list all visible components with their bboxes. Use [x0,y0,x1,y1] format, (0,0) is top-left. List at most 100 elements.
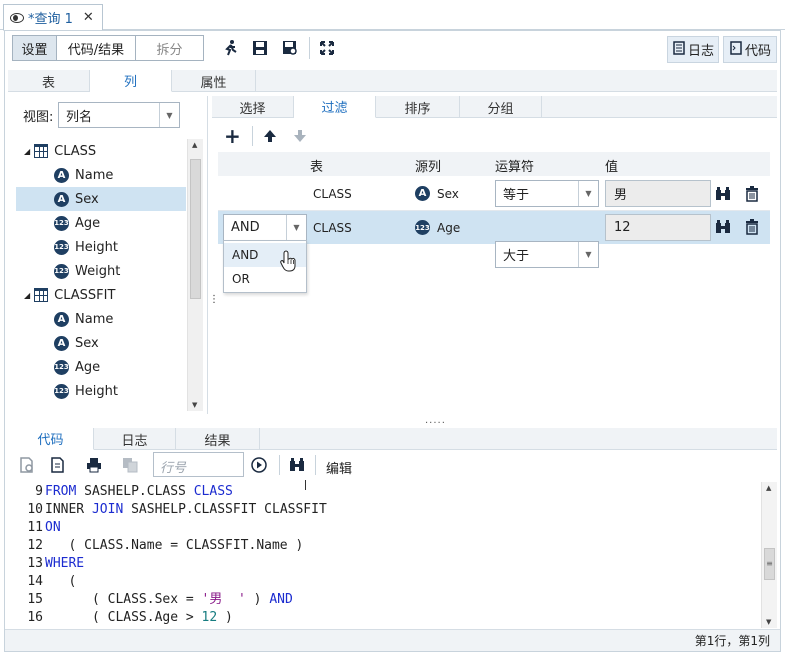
tree-column[interactable]: A Name [16,163,186,187]
edit-button[interactable]: 编辑 [326,458,352,477]
tree-scrollbar[interactable]: ▲ ▼ [187,139,203,411]
view-select-value: 列名 [66,109,93,125]
settings-button[interactable]: 设置 [12,35,57,61]
code-results-button[interactable]: 代码/结果 [57,35,136,61]
header-operator: 运算符 [495,160,535,175]
character-column-icon: A [54,167,69,183]
filter-value-field[interactable]: 男 [605,180,711,207]
logic-select[interactable]: AND ▼ [223,214,307,241]
tree-table-classfit[interactable]: ◢ CLASSFIT [16,283,186,307]
tab-group[interactable]: 分组 [460,96,542,118]
numeric-column-icon: 123 [54,263,69,279]
code-scrollbar[interactable]: ▲ ≡ ▼ [761,482,777,628]
code-line[interactable]: 12 ( CLASS.Name = CLASSFIT.Name ) [13,537,761,555]
filter-row[interactable]: CLASS A Sex 等于 ▼ 男 [218,176,770,211]
value-picker-icon[interactable] [715,219,731,239]
find-icon[interactable] [289,457,305,477]
value-picker-icon[interactable] [715,186,731,206]
tree-column-label: Sex [75,335,99,351]
chevron-down-icon: ▼ [159,103,179,127]
delete-filter-icon[interactable] [744,219,760,239]
code-button[interactable]: 代码 [723,36,777,63]
tree-column-label: Age [75,359,101,375]
code-keyword: CLASS [193,484,233,499]
code-line[interactable]: 9 FROM SASHELP.CLASS CLASS [13,483,761,501]
numeric-column-icon: 123 [54,215,69,231]
numeric-column-icon: 123 [54,383,69,399]
delete-filter-icon[interactable] [744,186,760,206]
chevron-down-icon: ▼ [578,181,598,206]
tab-filter[interactable]: 过滤 [294,96,376,118]
filter-row-table: CLASS [313,187,352,201]
print-icon[interactable] [86,457,102,477]
code-line[interactable]: 14 ( [13,573,761,591]
cursor-position: 第1行，第1列 [694,634,770,648]
scroll-down-icon[interactable]: ▼ [192,401,197,409]
splitter-grip-icon[interactable]: ⋮ [209,295,219,305]
line-number-input[interactable]: 行号 [153,452,244,477]
operator-select[interactable]: 等于 ▼ [495,180,599,207]
save-icon[interactable] [251,39,269,57]
header-source: 源列 [415,160,442,175]
code-line[interactable]: 11 ON [13,519,761,537]
program-info-icon[interactable] [50,457,66,477]
log-button[interactable]: 日志 [667,36,719,63]
table-icon [34,288,49,302]
code-lines: 9 FROM SASHELP.CLASS CLASS 10 INNER JOIN SA… [13,482,761,627]
view-select[interactable]: 列名 ▼ [58,102,180,128]
tree-table-label: CLASS [54,143,97,159]
code-line[interactable]: 13 WHERE [13,555,761,573]
tab-results[interactable]: 结果 [176,428,260,450]
scroll-down-icon[interactable]: ▼ [766,618,771,626]
tree-column[interactable]: A Name [16,307,186,331]
new-program-icon[interactable] [19,457,35,477]
tree-column[interactable]: 123 Height [16,235,186,259]
close-tab-icon[interactable]: ✕ [83,10,94,25]
collapse-icon[interactable]: ◢ [24,291,30,300]
code-toolbar-separator [315,455,316,475]
add-filter-icon[interactable]: + [224,126,241,146]
maximize-icon[interactable] [318,39,336,57]
tab-properties[interactable]: 属性 [172,70,256,92]
code-editor[interactable]: 9 FROM SASHELP.CLASS CLASS 10 INNER JOIN SA… [13,482,761,628]
operator-select[interactable]: 大于 ▼ [495,241,599,268]
move-up-icon[interactable] [263,129,277,147]
tree-column[interactable]: 123 Age [16,355,186,379]
line-number: 11 [27,520,43,535]
tree-table-class[interactable]: ◢ CLASS [16,139,186,163]
line-number: 12 [27,538,43,553]
tree-column-selected[interactable]: A Sex [16,187,186,211]
tab-log[interactable]: 日志 [94,428,176,450]
scroll-up-icon[interactable]: ▲ [192,141,197,149]
code-scroll-thumb[interactable]: ≡ [764,548,775,580]
filter-toolbar-separator [252,126,253,146]
code-line[interactable]: 10 INNER JOIN SASHELP.CLASSFIT CLASSFIT [13,501,761,519]
collapse-icon[interactable]: ◢ [24,147,30,156]
filter-value-field[interactable]: 12 [605,214,711,241]
split-button[interactable]: 拆分 [136,35,204,61]
code-keyword: JOIN [91,502,124,517]
code-line[interactable]: 15 ( CLASS.Sex = '男 ' ) AND [13,591,761,609]
tree-column[interactable]: A Sex [16,331,186,355]
tab-code[interactable]: 代码 [8,428,94,450]
numeric-column-icon: 123 [415,220,430,235]
scroll-up-icon[interactable]: ▲ [766,484,771,492]
go-to-line-icon[interactable] [251,457,267,477]
tab-sort[interactable]: 排序 [376,96,460,118]
tab-table[interactable]: 表 [8,70,90,92]
move-down-icon[interactable] [293,129,307,147]
tab-select[interactable]: 选择 [212,96,294,118]
tab-columns[interactable]: 列 [90,70,172,92]
code-line[interactable]: 16 ( CLASS.Age > 12 ) [13,609,761,627]
tree-column[interactable]: 123 Age [16,211,186,235]
character-column-icon: A [54,191,69,207]
tree-column[interactable]: 123 Weight [16,259,186,283]
filter-row-source: Sex [437,186,459,201]
pane-splitter[interactable] [207,96,208,414]
copy-icon[interactable] [122,457,138,477]
tree-scroll-thumb[interactable] [190,159,201,299]
tree-column[interactable]: 123 Height [16,379,186,403]
save-as-icon[interactable] [281,39,299,57]
run-icon[interactable] [222,39,240,57]
document-tab[interactable]: *查询 1 ✕ [3,4,103,31]
